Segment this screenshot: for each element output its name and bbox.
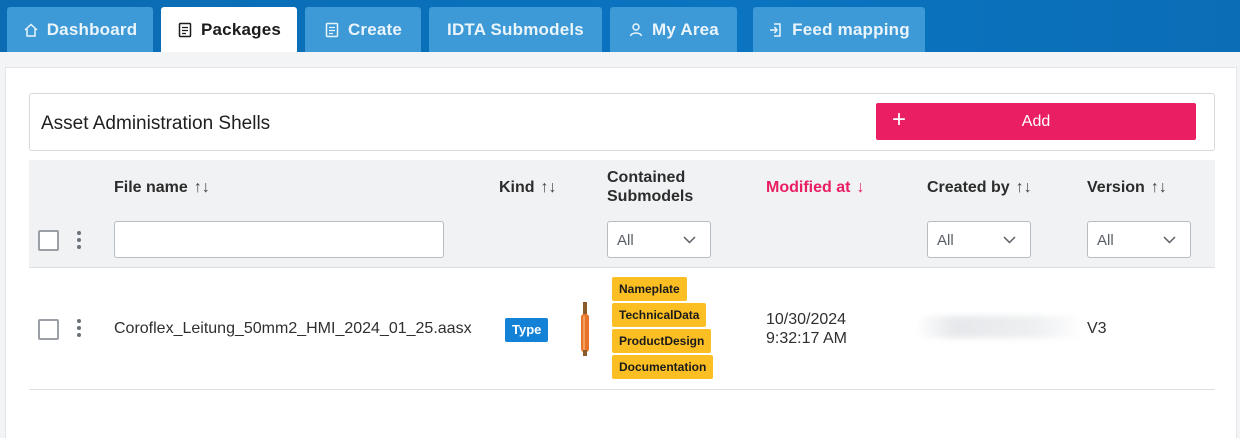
more-options-icon[interactable] — [76, 231, 82, 252]
table-row[interactable]: Coroflex_Leitung_50mm2_HMI_2024_01_25.aa… — [29, 268, 1215, 390]
tab-label: Feed mapping — [792, 19, 910, 39]
created-by-filter-select[interactable]: All — [927, 221, 1031, 258]
sort-descending-icon: ↓ — [856, 179, 865, 196]
select-all-checkbox[interactable] — [38, 230, 59, 251]
sort-icon: ↑↓ — [1150, 179, 1167, 196]
filter-row: All All All — [29, 214, 1215, 268]
submodel-badge: Documentation — [612, 355, 714, 379]
tab-my-area[interactable]: My Area — [610, 7, 737, 52]
submodel-badge: Nameplate — [612, 277, 687, 301]
chevron-down-icon — [1163, 236, 1176, 244]
submodel-badge: TechnicalData — [612, 303, 707, 327]
document-icon — [178, 22, 192, 37]
tab-dashboard[interactable]: Dashboard — [7, 7, 153, 52]
version-filter-select[interactable]: All — [1087, 221, 1191, 258]
user-icon — [629, 22, 643, 36]
top-navigation: Dashboard Packages Create IDTA Submodels… — [0, 0, 1240, 52]
modified-at-cell: 10/30/2024 9:32:17 AM — [766, 311, 847, 347]
tab-packages[interactable]: Packages — [161, 7, 297, 52]
file-name-cell[interactable]: Coroflex_Leitung_50mm2_HMI_2024_01_25.aa… — [114, 320, 472, 338]
packages-panel: Asset Administration Shells + Add File n… — [5, 67, 1237, 438]
column-version[interactable]: Version ↑↓ — [1087, 179, 1167, 197]
document-icon — [325, 22, 339, 37]
sort-icon: ↑↓ — [1015, 179, 1032, 196]
version-cell: V3 — [1087, 320, 1107, 337]
home-icon — [24, 22, 38, 37]
tab-idta-submodels[interactable]: IDTA Submodels — [429, 7, 602, 52]
row-checkbox[interactable] — [38, 319, 59, 340]
column-created-by[interactable]: Created by ↑↓ — [927, 179, 1032, 197]
table-header: File name ↑↓ Kind ↑↓ Contained Submodels M… — [29, 160, 1215, 214]
kind-badge: Type — [505, 318, 549, 342]
file-name-filter-input[interactable] — [114, 221, 444, 258]
tab-feed-mapping[interactable]: Feed mapping — [753, 7, 925, 52]
add-button[interactable]: + Add — [876, 103, 1196, 140]
add-button-label: Add — [1021, 113, 1051, 130]
column-file-name[interactable]: File name ↑↓ — [114, 179, 210, 197]
sort-icon: ↑↓ — [193, 179, 210, 196]
sort-icon: ↑↓ — [540, 179, 557, 196]
feed-icon — [770, 22, 781, 37]
redacted-created-by — [914, 316, 1084, 338]
tab-label: Dashboard — [46, 19, 138, 39]
chevron-down-icon — [1003, 236, 1016, 244]
submodels-filter-select[interactable]: All — [607, 221, 711, 258]
shells-header: Asset Administration Shells + Add — [29, 93, 1215, 151]
column-contained-submodels: Contained Submodels — [607, 169, 694, 205]
row-more-options-icon[interactable] — [76, 319, 82, 340]
column-modified-at[interactable]: Modified at ↓ — [766, 179, 864, 197]
cable-thumbnail-icon — [581, 302, 589, 356]
tab-label: My Area — [652, 19, 719, 39]
submodel-badge: ProductDesign — [612, 329, 712, 353]
page-title: Asset Administration Shells — [41, 113, 271, 134]
column-kind[interactable]: Kind ↑↓ — [499, 179, 557, 197]
tab-create[interactable]: Create — [305, 7, 421, 52]
tab-label: IDTA Submodels — [447, 19, 584, 39]
chevron-down-icon — [683, 236, 696, 244]
tab-label: Create — [347, 19, 403, 39]
tab-label: Packages — [200, 19, 282, 39]
